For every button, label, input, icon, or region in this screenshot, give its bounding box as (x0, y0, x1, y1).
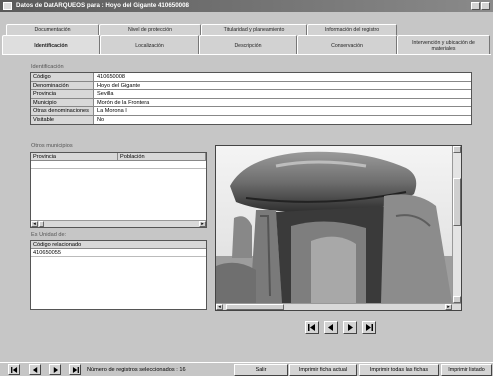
tab-label: Documentación (34, 27, 71, 33)
tab-titularidad[interactable]: Titularidad y planeamiento (201, 24, 307, 35)
next-icon (348, 324, 353, 331)
tab-panel-border (2, 54, 491, 55)
visitable-field[interactable]: No (94, 116, 471, 125)
column-header-provincia[interactable]: Provincia (31, 153, 118, 160)
horizontal-scrollbar[interactable]: ◂ ▸ (31, 220, 206, 227)
record-prev-button[interactable] (29, 364, 41, 375)
last-icon (72, 366, 79, 373)
column-header-poblacion[interactable]: Población (118, 153, 206, 160)
photo-last-button[interactable] (362, 321, 376, 334)
scroll-left-icon[interactable]: ◂ (31, 221, 38, 227)
grid-header: Provincia Población (31, 153, 206, 161)
field-label: Municipio (31, 98, 94, 106)
tab-intervencion[interactable]: Intervención y ubicación de materiales (397, 35, 490, 55)
tab-label: Intervención y ubicación de materiales (412, 39, 475, 52)
tabs-row-1: Documentación Nivel de protección Titula… (6, 24, 397, 35)
scroll-left-icon[interactable]: ◂ (216, 304, 223, 310)
first-icon (308, 324, 315, 331)
field-label: Otras denominaciones (31, 107, 94, 115)
otros-municipios-grid[interactable]: Provincia Población ◂ ▸ (30, 152, 207, 228)
first-icon (10, 366, 17, 373)
app-icon (3, 2, 12, 10)
minimize-button[interactable] (471, 2, 480, 10)
print-all-button[interactable]: Imprimir todas las fichas (359, 364, 439, 376)
identificacion-table: Código 410650008 Denominación Hoyo del G… (30, 72, 472, 125)
tab-descripcion[interactable]: Descripción (199, 35, 297, 55)
denominacion-field[interactable]: Hoyo del Gigante (94, 82, 471, 90)
tab-label: Información del registro (324, 27, 380, 33)
scroll-up-icon[interactable] (453, 146, 461, 153)
provincia-field[interactable]: Sevilla (94, 90, 471, 98)
scroll-thumb[interactable] (39, 221, 44, 227)
tab-label: Nivel de protección (127, 27, 173, 33)
table-row: Código 410650008 (31, 73, 471, 82)
field-label: Provincia (31, 90, 94, 98)
tab-label: Identificación (34, 42, 68, 49)
tab-label: Descripción (234, 42, 262, 49)
window-title: Datos de DatARQUEOS para : Hoyo del Giga… (16, 2, 189, 9)
tab-localizacion[interactable]: Localización (100, 35, 199, 55)
record-count-text: Número de registros seleccionados : 16 (87, 367, 186, 373)
print-list-button[interactable]: Imprimir listado (441, 364, 492, 376)
unidad-group-label: Es Unidad de: (31, 232, 67, 238)
otras-denominaciones-field[interactable]: La Morona I (94, 107, 471, 115)
scroll-right-icon[interactable]: ▸ (445, 304, 452, 310)
photo-prev-button[interactable] (324, 321, 338, 334)
field-label: Código (31, 73, 94, 81)
close-button[interactable] (481, 2, 490, 10)
site-photo-frame: ◂ ▸ (215, 145, 462, 311)
tab-informacion-registro[interactable]: Información del registro (307, 24, 397, 35)
record-last-button[interactable] (69, 364, 81, 375)
photo-vertical-scrollbar[interactable] (452, 146, 461, 303)
table-row[interactable]: 410650055 (31, 249, 206, 257)
tab-label: Titularidad y planeamiento (223, 27, 285, 33)
table-row: Municipio Morón de la Frontera (31, 98, 471, 107)
tab-identificacion[interactable]: Identificación (2, 35, 100, 55)
tab-nivel-proteccion[interactable]: Nivel de protección (99, 24, 201, 35)
print-current-button[interactable]: Imprimir ficha actual (289, 364, 357, 376)
scroll-thumb[interactable] (226, 304, 284, 310)
identificacion-group-label: Identificación (31, 64, 64, 70)
next-icon (53, 366, 58, 373)
table-row: Otras denominaciones La Morona I (31, 107, 471, 116)
prev-icon (328, 324, 333, 331)
record-first-button[interactable] (8, 364, 20, 375)
scroll-down-icon[interactable] (453, 296, 461, 303)
codigo-field[interactable]: 410650008 (94, 73, 471, 81)
table-row: Denominación Hoyo del Gigante (31, 81, 471, 90)
tab-conservacion[interactable]: Conservación (297, 35, 397, 55)
table-row: Provincia Sevilla (31, 90, 471, 99)
table-row[interactable] (31, 161, 206, 169)
window-titlebar: Datos de DatARQUEOS para : Hoyo del Giga… (0, 0, 493, 12)
grid-header: Código relacionado (31, 241, 206, 249)
scroll-thumb[interactable] (453, 178, 461, 226)
unidad-grid[interactable]: Código relacionado 410650055 (30, 240, 207, 310)
prev-icon (32, 366, 37, 373)
table-row: Visitable No (31, 115, 471, 125)
otros-municipios-group-label: Otros municipios (31, 143, 73, 149)
municipio-field[interactable]: Morón de la Frontera (94, 99, 471, 107)
field-label: Denominación (31, 81, 94, 89)
field-label: Visitable (31, 115, 94, 124)
scroll-right-icon[interactable]: ▸ (199, 221, 206, 227)
tabs-row-2: Identificación Localización Descripción … (2, 35, 490, 55)
photo-next-button[interactable] (343, 321, 357, 334)
tab-label: Conservación (331, 42, 363, 49)
last-icon (366, 324, 373, 331)
photo-first-button[interactable] (305, 321, 319, 334)
record-next-button[interactable] (49, 364, 61, 375)
tab-label: Localización (135, 42, 164, 49)
tab-documentacion[interactable]: Documentación (6, 24, 99, 35)
site-photo (216, 146, 452, 303)
column-header-codigo-relacionado[interactable]: Código relacionado (31, 241, 206, 248)
salir-button[interactable]: Salir (234, 364, 288, 376)
photo-horizontal-scrollbar[interactable]: ◂ ▸ (216, 303, 461, 310)
